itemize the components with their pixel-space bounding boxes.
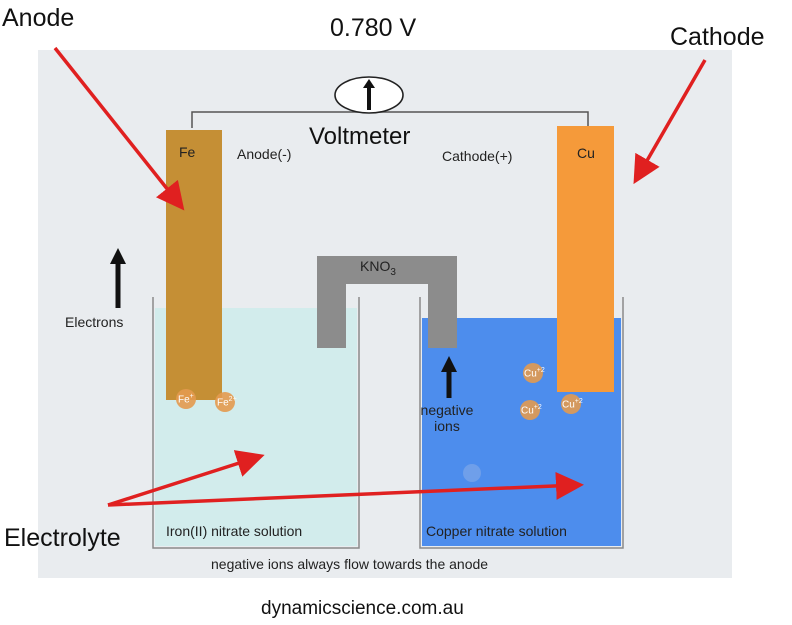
faint-ion: [463, 464, 481, 482]
electrons-label: Electrons: [65, 314, 124, 330]
cathode-sign-label: Cathode(+): [442, 148, 513, 164]
anode-sign-label: Anode(-): [237, 146, 292, 162]
electrolyte-label: Electrolyte: [4, 524, 121, 552]
fe-ion-label: Fe+: [178, 393, 194, 406]
cu-ion-label: Cu+2: [562, 398, 583, 411]
salt-bridge-label: KNO3: [360, 258, 396, 278]
cu-ion-label: Cu+2: [524, 367, 545, 380]
source-credit: dynamicscience.com.au: [261, 598, 464, 619]
voltmeter-label: Voltmeter: [309, 123, 411, 150]
cathode-label: Cathode: [670, 23, 765, 51]
fe-ion-label: Fe2+: [217, 396, 237, 409]
negative-ions-label: negative ions: [420, 402, 474, 434]
cu-ion-label: Cu+2: [521, 404, 542, 417]
footer-note: negative ions always flow towards the an…: [211, 556, 489, 572]
fe-electrode-label: Fe: [179, 144, 196, 160]
cu-electrode: [557, 126, 614, 392]
voltage-readout: 0.780 V: [330, 14, 417, 42]
cu-electrode-label: Cu: [577, 145, 595, 161]
left-solution-label: Iron(II) nitrate solution: [166, 523, 303, 539]
right-solution-label: Copper nitrate solution: [426, 523, 567, 539]
anode-label: Anode: [2, 4, 75, 32]
fe-electrode: [166, 130, 222, 400]
